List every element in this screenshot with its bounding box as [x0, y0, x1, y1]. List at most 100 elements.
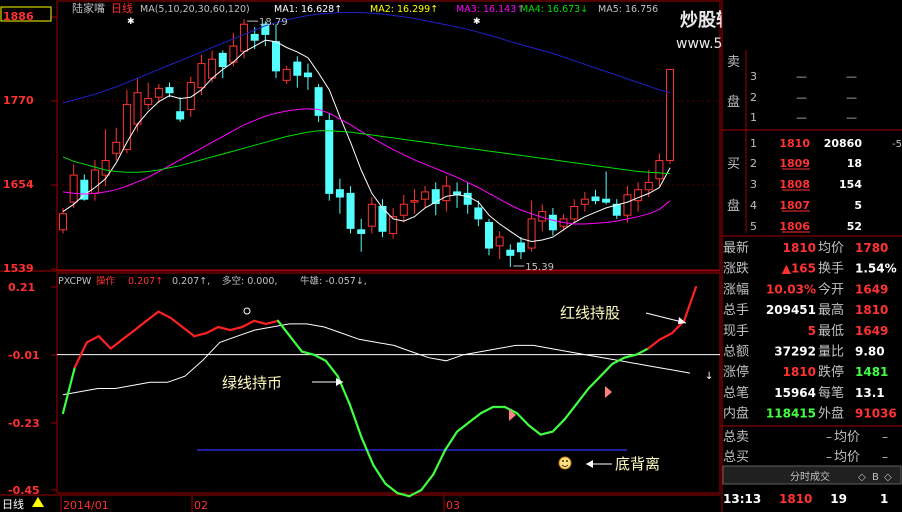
total-sell-avg-label: 均价 — [834, 430, 860, 445]
candle-down — [357, 229, 366, 234]
ma5-value: MA5: 16.756 — [598, 4, 658, 15]
indicator-line-segment — [121, 329, 136, 341]
indicator-line-segment — [635, 347, 650, 356]
indicator-line-segment — [288, 335, 303, 353]
price-panel-frame — [56, 0, 721, 271]
stat-label: 总手 — [723, 303, 749, 318]
ask-price: — — [796, 91, 807, 104]
bid-volume: 52 — [847, 220, 862, 233]
indicator-line-segment — [372, 464, 387, 485]
candle-up — [282, 68, 291, 81]
stat-label: 外盘 — [818, 406, 844, 422]
tick-tab-prev-icon[interactable]: ◇ — [858, 472, 866, 483]
price-axis-label: 1539 — [3, 262, 34, 275]
ma3-value: MA3: 16.143↑ — [456, 4, 524, 15]
indicator-line-segment — [682, 285, 698, 322]
stat-value: 15964 — [774, 386, 816, 400]
indicator-line-segment — [539, 430, 554, 436]
indicator-line-segment — [599, 362, 614, 378]
bid-volume: 20860 — [824, 137, 863, 150]
indicator-line-segment — [145, 310, 160, 322]
stat-label: 跌停 — [818, 364, 844, 380]
candle-up — [367, 203, 376, 227]
indicator-line-segment — [193, 332, 208, 338]
smiley-eye — [566, 460, 568, 462]
ask-volume: — — [846, 91, 857, 104]
indicator-line-segment — [456, 421, 471, 433]
candle-up — [666, 68, 675, 162]
ask-level-index: 3 — [750, 70, 757, 83]
tick-tab-label: 分时成交 — [790, 470, 830, 483]
indicator-line-segment — [587, 375, 602, 390]
annotation-bottom-divergence: 底背离 — [615, 455, 660, 473]
candle-up — [101, 160, 110, 176]
period-label: 日线 — [111, 1, 133, 15]
bid-side-label: 盘 — [727, 198, 740, 214]
stat-label: 今开 — [818, 281, 844, 297]
candle-down — [314, 87, 323, 116]
indicator-line-segment — [264, 319, 280, 325]
candle-down — [463, 192, 472, 205]
indicator-line-segment — [181, 325, 196, 338]
stat-label: 内盘 — [723, 406, 749, 422]
stat-value: 118415 — [766, 407, 816, 421]
total-buy-avg-label: 均价 — [834, 450, 860, 465]
bid-level-index: 5 — [750, 220, 757, 233]
indicator-value2: 0.207↑, — [172, 276, 210, 287]
indicator-line-segment — [479, 405, 495, 415]
tick-time: 13:13 — [723, 492, 761, 506]
stat-label: 总额 — [723, 345, 749, 360]
bid-level-index: 2 — [750, 157, 757, 170]
indicator-line-segment — [432, 448, 447, 476]
ma-line-ma5 — [62, 12, 671, 104]
candle-down — [591, 196, 600, 202]
candle-down — [346, 192, 355, 229]
indicator-line-segment — [217, 325, 232, 332]
tick-side-label[interactable]: B — [872, 472, 879, 483]
stat-value: 209451 — [766, 303, 816, 317]
bid-price: 1808 — [779, 178, 810, 191]
stat-value: ▲165 — [782, 262, 816, 276]
period-dropdown-icon[interactable] — [32, 497, 44, 507]
indicator-line-segment — [360, 436, 375, 467]
date-axis-label: 02 — [194, 499, 208, 512]
candle-up — [399, 203, 408, 216]
total-buy-value: – — [826, 450, 832, 464]
ma-params: MA(5,10,20,30,60,120) — [140, 4, 250, 15]
indicator-line-segment — [85, 335, 100, 344]
indicator-line-segment — [551, 418, 566, 433]
smiley-icon — [558, 456, 572, 470]
indicator-line-segment — [324, 359, 339, 378]
date-axis-label: 03 — [446, 499, 460, 512]
event-marker-icon: ✱ — [127, 17, 135, 27]
bid-level-index: 4 — [750, 199, 757, 212]
stat-value: 1810 — [783, 241, 816, 255]
candle-up — [69, 174, 78, 203]
event-marker-icon: ✱ — [473, 17, 481, 27]
period-toggle-button[interactable]: 日线 — [2, 497, 24, 511]
ma4-value: MA4: 16.673↓ — [520, 4, 588, 15]
indicator-niuxiong: 牛雄: -0.057↓, — [300, 275, 367, 287]
stat-value: 1481 — [855, 365, 888, 379]
total-buy-label: 总买 — [723, 450, 749, 465]
stat-label: 涨跌 — [723, 261, 749, 277]
candle-up — [144, 98, 153, 105]
indicator-line-segment — [396, 492, 411, 498]
indicator-axis-label: -0.23 — [8, 417, 40, 430]
bid-level-index: 3 — [750, 178, 757, 191]
indicator-line-segment — [109, 338, 124, 350]
bid-volume: 154 — [839, 178, 862, 191]
bid-extra: -5 — [892, 139, 902, 150]
tick-tab-next-icon[interactable]: ◇ — [884, 472, 892, 483]
candle-down — [602, 198, 611, 203]
indicator-line-segment — [205, 325, 220, 335]
tick-mark: 1 — [880, 492, 888, 506]
candle-up — [570, 205, 579, 220]
bid-price: 1809 — [779, 157, 810, 170]
candle-up — [580, 198, 589, 205]
cursor-marker-icon — [605, 386, 612, 398]
indicator-line-segment — [312, 353, 327, 362]
price-axis-label: 1654 — [3, 178, 34, 191]
stat-value: 9.80 — [855, 345, 885, 359]
stat-label: 涨停 — [723, 364, 749, 380]
